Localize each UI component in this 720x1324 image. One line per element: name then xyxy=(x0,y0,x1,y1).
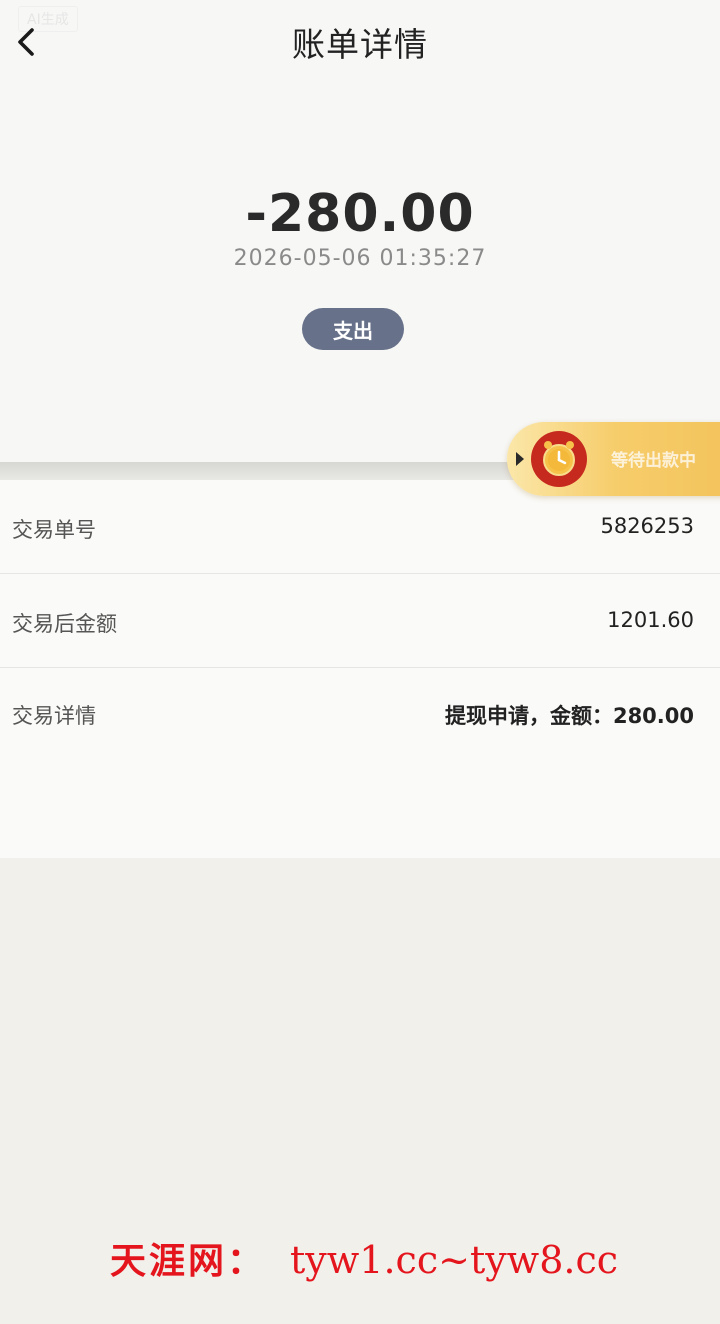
withdrawal-status-text: 等待出款中 xyxy=(611,451,696,471)
transaction-details-list: 交易单号 5826253 交易后金额 1201.60 交易详情 提现申请，金额：… xyxy=(0,480,720,858)
transaction-datetime: 2026-05-06 01:35:27 xyxy=(233,246,487,271)
header: AI生成 账单详情 xyxy=(0,0,720,86)
transaction-amount: -280.00 xyxy=(245,184,475,244)
transaction-summary: -280.00 2026-05-06 01:35:27 支出 xyxy=(0,86,720,462)
site-watermark: 天涯网： tyw1.cc~tyw8.cc xyxy=(110,1232,618,1284)
detail-value: 1201.60 xyxy=(607,608,694,632)
transaction-type-badge: 支出 xyxy=(302,308,404,350)
site-watermark-name: 天涯网： xyxy=(110,1240,267,1282)
bill-detail-screen: AI生成 账单详情 -280.00 2026-05-06 01:35:27 支出… xyxy=(0,0,720,1324)
detail-value: 提现申请，金额：280.00 xyxy=(444,704,694,728)
detail-row-description: 交易详情 提现申请，金额：280.00 xyxy=(0,666,720,760)
site-watermark-urls: tyw1.cc~tyw8.cc xyxy=(290,1238,619,1282)
detail-row-balance-after: 交易后金额 1201.60 xyxy=(0,574,720,668)
triangle-right-icon xyxy=(516,452,524,466)
detail-value: 5826253 xyxy=(600,514,694,538)
detail-label: 交易后金额 xyxy=(12,612,117,636)
page-title: 账单详情 xyxy=(292,25,428,64)
withdrawal-status-float-button[interactable]: 等待出款中 xyxy=(507,422,720,496)
detail-label: 交易单号 xyxy=(12,518,96,542)
detail-label: 交易详情 xyxy=(12,704,96,728)
alarm-clock-icon xyxy=(531,431,587,487)
